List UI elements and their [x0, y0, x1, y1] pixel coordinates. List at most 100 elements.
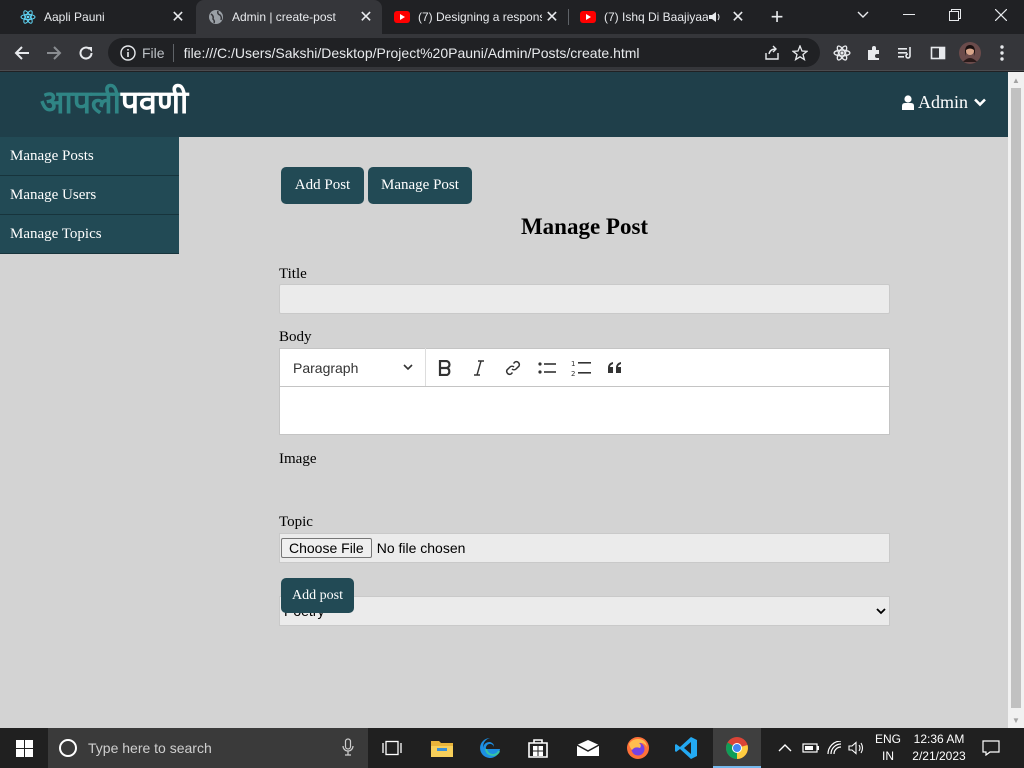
window-close-icon[interactable]: [978, 0, 1024, 30]
tab-aapli-pauni[interactable]: Aapli Pauni ✕: [8, 0, 194, 34]
topic-select[interactable]: Poetry: [279, 596, 890, 626]
youtube-icon: [580, 9, 596, 25]
logo-text-part2: पवणी: [120, 83, 189, 121]
admin-label: Admin: [917, 92, 968, 112]
react-devtools-icon[interactable]: [830, 41, 854, 65]
language-indicator[interactable]: ENG IN: [870, 731, 906, 765]
microsoft-store-icon[interactable]: [514, 728, 562, 768]
link-icon[interactable]: [496, 353, 530, 383]
tab-ishq-di-baajiyaan[interactable]: (7) Ishq Di Baajiyaa ✕: [568, 0, 754, 34]
firefox-icon[interactable]: [614, 728, 662, 768]
search-icon: [59, 739, 77, 757]
chevron-down-icon: [403, 364, 413, 371]
title-label: Title: [279, 266, 307, 282]
chrome-icon[interactable]: [713, 728, 761, 768]
sidebar-item-manage-topics[interactable]: Manage Topics: [0, 215, 179, 254]
globe-icon: [208, 9, 224, 25]
task-view-icon[interactable]: [368, 728, 416, 768]
chrome-menu-icon[interactable]: [990, 41, 1014, 65]
close-icon[interactable]: ✕: [356, 7, 376, 27]
close-icon[interactable]: ✕: [542, 7, 562, 27]
volume-icon[interactable]: [848, 728, 866, 768]
minimize-icon[interactable]: [886, 0, 932, 30]
divider: [172, 43, 174, 62]
body-editor[interactable]: [279, 386, 890, 435]
bulleted-list-icon[interactable]: [530, 353, 564, 383]
block-format-value: Paragraph: [293, 359, 359, 376]
wifi-icon[interactable]: [827, 728, 843, 768]
site-header: आपलीपवणी Admin: [0, 72, 1008, 137]
battery-icon[interactable]: [802, 728, 820, 768]
main-content: Add Post Manage Post Manage Post Title B…: [179, 137, 1008, 728]
tab-title: Admin | create-post: [232, 10, 336, 24]
add-post-submit-button[interactable]: Add post: [281, 578, 354, 613]
topic-label: Topic: [279, 514, 313, 530]
show-hidden-icons-chevron[interactable]: [778, 728, 792, 768]
admin-user-menu[interactable]: Admin: [901, 92, 986, 113]
file-explorer-icon[interactable]: [418, 728, 466, 768]
image-file-input: Choose File No file chosen: [279, 533, 890, 563]
info-icon[interactable]: [120, 44, 136, 61]
italic-icon[interactable]: [462, 353, 496, 383]
tab-title: (7) Ishq Di Baajiyaa: [604, 10, 708, 24]
image-label: Image: [279, 451, 317, 467]
logo-text-part1: आपली: [40, 83, 121, 121]
clock-time: 12:36 AM: [913, 732, 965, 746]
url-text[interactable]: file:///C:/Users/Sakshi/Desktop/Project%…: [184, 45, 758, 61]
bold-icon[interactable]: [428, 353, 462, 383]
speaker-icon[interactable]: [708, 11, 722, 23]
windows-start-icon[interactable]: [0, 728, 48, 768]
extensions-icon[interactable]: [862, 41, 886, 65]
tab-search-chevron-icon[interactable]: [840, 0, 886, 30]
rich-text-toolbar: Paragraph 12: [279, 348, 890, 387]
sidebar-item-manage-posts[interactable]: Manage Posts: [0, 137, 179, 176]
new-tab-icon[interactable]: +: [764, 4, 790, 29]
media-control-icon[interactable]: [894, 41, 918, 65]
title-input[interactable]: [279, 284, 890, 314]
block-format-dropdown[interactable]: Paragraph: [280, 348, 426, 387]
scheme-label: File: [142, 44, 165, 61]
tab-title: (7) Designing a respons: [418, 10, 542, 24]
share-icon[interactable]: [758, 45, 786, 61]
back-arrow-icon[interactable]: [8, 39, 36, 67]
vscode-icon[interactable]: [662, 728, 710, 768]
chevron-down-icon: [876, 607, 886, 615]
browser-toolbar: File file:///C:/Users/Sakshi/Desktop/Pro…: [0, 34, 1024, 71]
svg-text:2: 2: [571, 370, 575, 377]
forward-arrow-icon[interactable]: [40, 39, 68, 67]
restore-icon[interactable]: [932, 0, 978, 30]
scroll-up-icon[interactable]: ▲: [1012, 76, 1020, 85]
tab-title: Aapli Pauni: [44, 10, 105, 24]
tab-designing-responsive[interactable]: (7) Designing a respons ✕: [382, 0, 568, 34]
numbered-list-icon[interactable]: 12: [564, 353, 598, 383]
scroll-thumb[interactable]: [1011, 88, 1021, 708]
site-logo[interactable]: आपलीपवणी: [40, 80, 188, 123]
blockquote-icon[interactable]: [598, 353, 632, 383]
side-panel-icon[interactable]: [926, 41, 950, 65]
page-viewport: आपलीपवणी Admin Manage Posts Manage Users…: [0, 72, 1024, 728]
tab-admin-create-post[interactable]: Admin | create-post ✕: [196, 0, 382, 34]
taskbar-search-box[interactable]: Type here to search: [48, 728, 368, 768]
close-icon[interactable]: ✕: [728, 7, 748, 27]
profile-avatar[interactable]: [958, 41, 982, 65]
bookmark-star-icon[interactable]: [786, 44, 814, 61]
youtube-icon: [394, 9, 410, 25]
address-bar[interactable]: File file:///C:/Users/Sakshi/Desktop/Pro…: [108, 38, 820, 67]
windows-taskbar: Type here to search ENG IN 12:36 AM 2/21…: [0, 728, 1024, 768]
close-icon[interactable]: ✕: [168, 7, 188, 27]
scroll-down-icon[interactable]: ▼: [1012, 716, 1020, 725]
search-placeholder: Type here to search: [88, 740, 212, 756]
reload-icon[interactable]: [72, 39, 100, 67]
file-status-text: No file chosen: [376, 540, 466, 556]
page-scrollbar[interactable]: ▲ ▼: [1008, 72, 1024, 728]
microphone-icon[interactable]: [342, 738, 354, 759]
sidebar-item-manage-users[interactable]: Manage Users: [0, 176, 179, 215]
manage-post-nav-button[interactable]: Manage Post: [368, 167, 472, 204]
choose-file-button[interactable]: Choose File: [281, 538, 372, 558]
language-region: IN: [882, 749, 894, 763]
mail-icon[interactable]: [564, 728, 612, 768]
notification-icon[interactable]: [982, 728, 1000, 768]
taskbar-clock[interactable]: 12:36 AM 2/21/2023: [906, 731, 972, 765]
add-post-nav-button[interactable]: Add Post: [281, 167, 364, 204]
edge-browser-icon[interactable]: [466, 728, 514, 768]
